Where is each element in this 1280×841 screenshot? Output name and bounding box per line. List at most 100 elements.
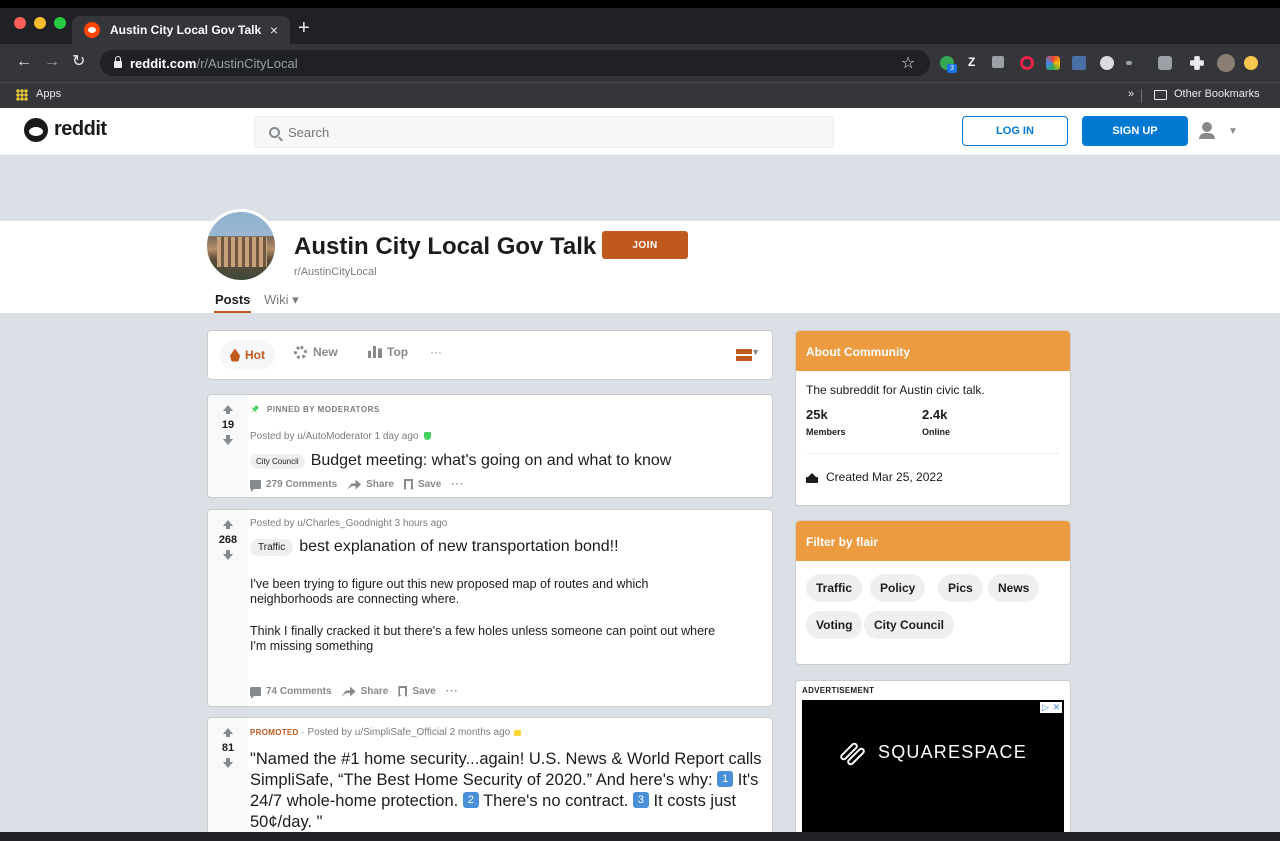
extension-red-ring-icon[interactable] bbox=[1020, 56, 1034, 70]
more-options-button[interactable]: ··· bbox=[451, 479, 464, 490]
star-icon[interactable]: ☆ bbox=[901, 53, 915, 73]
divider bbox=[806, 453, 1060, 454]
bookmarks-bar: Apps » Other Bookmarks bbox=[0, 82, 1280, 108]
share-icon bbox=[341, 686, 356, 697]
user-menu-dropdown[interactable]: ▼ bbox=[1198, 120, 1242, 142]
post-flair[interactable]: Traffic bbox=[250, 538, 294, 556]
comment-icon bbox=[250, 687, 261, 699]
chevron-down-icon[interactable]: ▼ bbox=[751, 347, 760, 357]
comments-button[interactable]: 279 Comments bbox=[250, 479, 337, 492]
sort-hot-button[interactable]: Hot bbox=[220, 340, 275, 370]
extension-circle-icon[interactable] bbox=[1100, 56, 1114, 70]
upvote-icon[interactable] bbox=[223, 728, 233, 737]
new-tab-button[interactable]: + bbox=[298, 18, 310, 38]
post-text-paragraph: I've been trying to figure out this new … bbox=[250, 577, 649, 606]
flair-chip-policy[interactable]: Policy bbox=[870, 574, 926, 602]
post-card[interactable]: 268 Posted by u/Charles_Goodnight 3 hour… bbox=[207, 509, 773, 707]
promoted-label: PROMOTED bbox=[250, 728, 299, 737]
browser-tab[interactable]: Austin City Local Gov Talk × bbox=[72, 16, 290, 44]
profile-avatar[interactable] bbox=[1217, 54, 1235, 72]
bookmarks-divider bbox=[1141, 89, 1142, 103]
bookmarks-overflow[interactable]: » bbox=[1128, 88, 1134, 100]
save-button[interactable]: Save bbox=[398, 686, 436, 697]
community-avatar bbox=[204, 209, 278, 283]
forward-arrow-icon[interactable]: → bbox=[44, 53, 60, 71]
sort-hot-label: Hot bbox=[245, 348, 265, 362]
sort-more-button[interactable]: ··· bbox=[430, 345, 442, 359]
share-button[interactable]: Share bbox=[341, 686, 388, 697]
downvote-icon[interactable] bbox=[223, 758, 233, 768]
post-author-line[interactable]: · Posted by u/SimpliSafe_Official 2 mont… bbox=[299, 727, 510, 738]
ad-choices-play: ▷ bbox=[1042, 702, 1049, 712]
created-date: Created Mar 25, 2022 bbox=[826, 470, 943, 484]
vote-column: 268 bbox=[208, 510, 248, 706]
tab-wiki[interactable]: Wiki ▾ bbox=[264, 292, 299, 308]
moderator-shield-icon bbox=[424, 432, 432, 441]
window-minimize-button[interactable] bbox=[34, 17, 46, 29]
window-bottom-edge bbox=[0, 832, 1280, 841]
other-bookmarks[interactable]: Other Bookmarks bbox=[1174, 88, 1260, 100]
downvote-icon[interactable] bbox=[223, 550, 233, 560]
share-button[interactable]: Share bbox=[347, 479, 394, 490]
promoted-post-card[interactable]: 81 PROMOTED · Posted by u/SimpliSafe_Off… bbox=[207, 717, 773, 841]
search-box[interactable] bbox=[254, 116, 834, 148]
save-button[interactable]: Save bbox=[403, 479, 441, 490]
extension-yellow-icon[interactable] bbox=[1244, 56, 1258, 70]
search-input[interactable] bbox=[288, 124, 788, 140]
flair-chip-city-council[interactable]: City Council bbox=[864, 611, 955, 639]
vote-column: 81 bbox=[208, 718, 248, 841]
signup-button[interactable]: SIGN UP bbox=[1082, 116, 1188, 146]
reload-icon[interactable]: ↻ bbox=[72, 53, 85, 71]
camera-icon[interactable] bbox=[1158, 56, 1172, 70]
extension-gray-icon[interactable] bbox=[992, 56, 1004, 68]
join-button[interactable]: JOIN bbox=[602, 231, 688, 259]
post-title-part: There's no contract. bbox=[478, 792, 633, 810]
card-layout-icon[interactable] bbox=[736, 349, 752, 361]
squarespace-ad[interactable]: ▷ ✕ SQUARESPACE bbox=[802, 700, 1064, 841]
flair-chip-traffic[interactable]: Traffic bbox=[806, 574, 863, 602]
reddit-logo-icon[interactable] bbox=[24, 118, 48, 142]
downvote-icon[interactable] bbox=[223, 435, 233, 445]
window-close-button[interactable] bbox=[14, 17, 26, 29]
sort-new-button[interactable]: New bbox=[294, 345, 338, 359]
reddit-wordmark[interactable]: reddit bbox=[54, 118, 107, 141]
apps-grid-icon[interactable] bbox=[16, 89, 28, 101]
comments-label: 74 Comments bbox=[266, 686, 332, 697]
sort-top-label: Top bbox=[387, 345, 409, 359]
post-flair[interactable]: City Council bbox=[250, 453, 305, 469]
login-button[interactable]: LOG IN bbox=[962, 116, 1068, 146]
extension-dash-icon[interactable] bbox=[1126, 61, 1132, 65]
upvote-icon[interactable] bbox=[223, 405, 233, 414]
extension-color-icon[interactable] bbox=[1046, 56, 1060, 70]
lock-icon bbox=[514, 730, 522, 737]
upvote-icon[interactable] bbox=[223, 520, 233, 529]
address-bar[interactable]: reddit.com/r/AustinCityLocal bbox=[100, 50, 930, 76]
extension-z-icon[interactable]: Z bbox=[968, 55, 975, 69]
new-burst-icon bbox=[294, 345, 307, 359]
back-arrow-icon[interactable]: ← bbox=[16, 53, 32, 71]
post-card[interactable]: 19 PINNED BY MODERATORS Posted by u/Auto… bbox=[207, 394, 773, 498]
post-title-part: "Named the #1 home security...again! U.S… bbox=[250, 750, 762, 789]
tab-title: Austin City Local Gov Talk bbox=[110, 23, 262, 37]
post-author-line[interactable]: Posted by u/AutoModerator 1 day ago bbox=[250, 431, 418, 442]
post-title[interactable]: "Named the #1 home security...again! U.S… bbox=[250, 749, 762, 833]
post-actions: 279 Comments Share Save ··· bbox=[250, 479, 464, 492]
window-maximize-button[interactable] bbox=[54, 17, 66, 29]
keycap-2-icon: 2 bbox=[462, 792, 479, 808]
flair-chip-voting[interactable]: Voting bbox=[806, 611, 863, 639]
comments-button[interactable]: 74 Comments bbox=[250, 686, 332, 699]
extension-monitor-icon[interactable] bbox=[1072, 56, 1086, 70]
flair-chip-pics[interactable]: Pics bbox=[938, 574, 983, 602]
post-title[interactable]: Budget meeting: what's going on and what… bbox=[311, 452, 672, 469]
ad-choices-icon[interactable]: ▷ ✕ bbox=[1040, 702, 1062, 713]
post-title[interactable]: best explanation of new transportation b… bbox=[299, 538, 618, 555]
flair-chip-news[interactable]: News bbox=[988, 574, 1040, 602]
vote-count: 19 bbox=[221, 419, 235, 431]
top-chart-icon bbox=[368, 346, 382, 358]
more-options-button[interactable]: ··· bbox=[446, 686, 459, 697]
tab-close-icon[interactable]: × bbox=[270, 22, 278, 38]
post-author-line[interactable]: Posted by u/Charles_Goodnight 3 hours ag… bbox=[250, 518, 447, 529]
bookmark-apps[interactable]: Apps bbox=[36, 88, 61, 100]
tab-posts[interactable]: Posts bbox=[214, 292, 252, 314]
sort-top-button[interactable]: Top bbox=[368, 345, 408, 359]
